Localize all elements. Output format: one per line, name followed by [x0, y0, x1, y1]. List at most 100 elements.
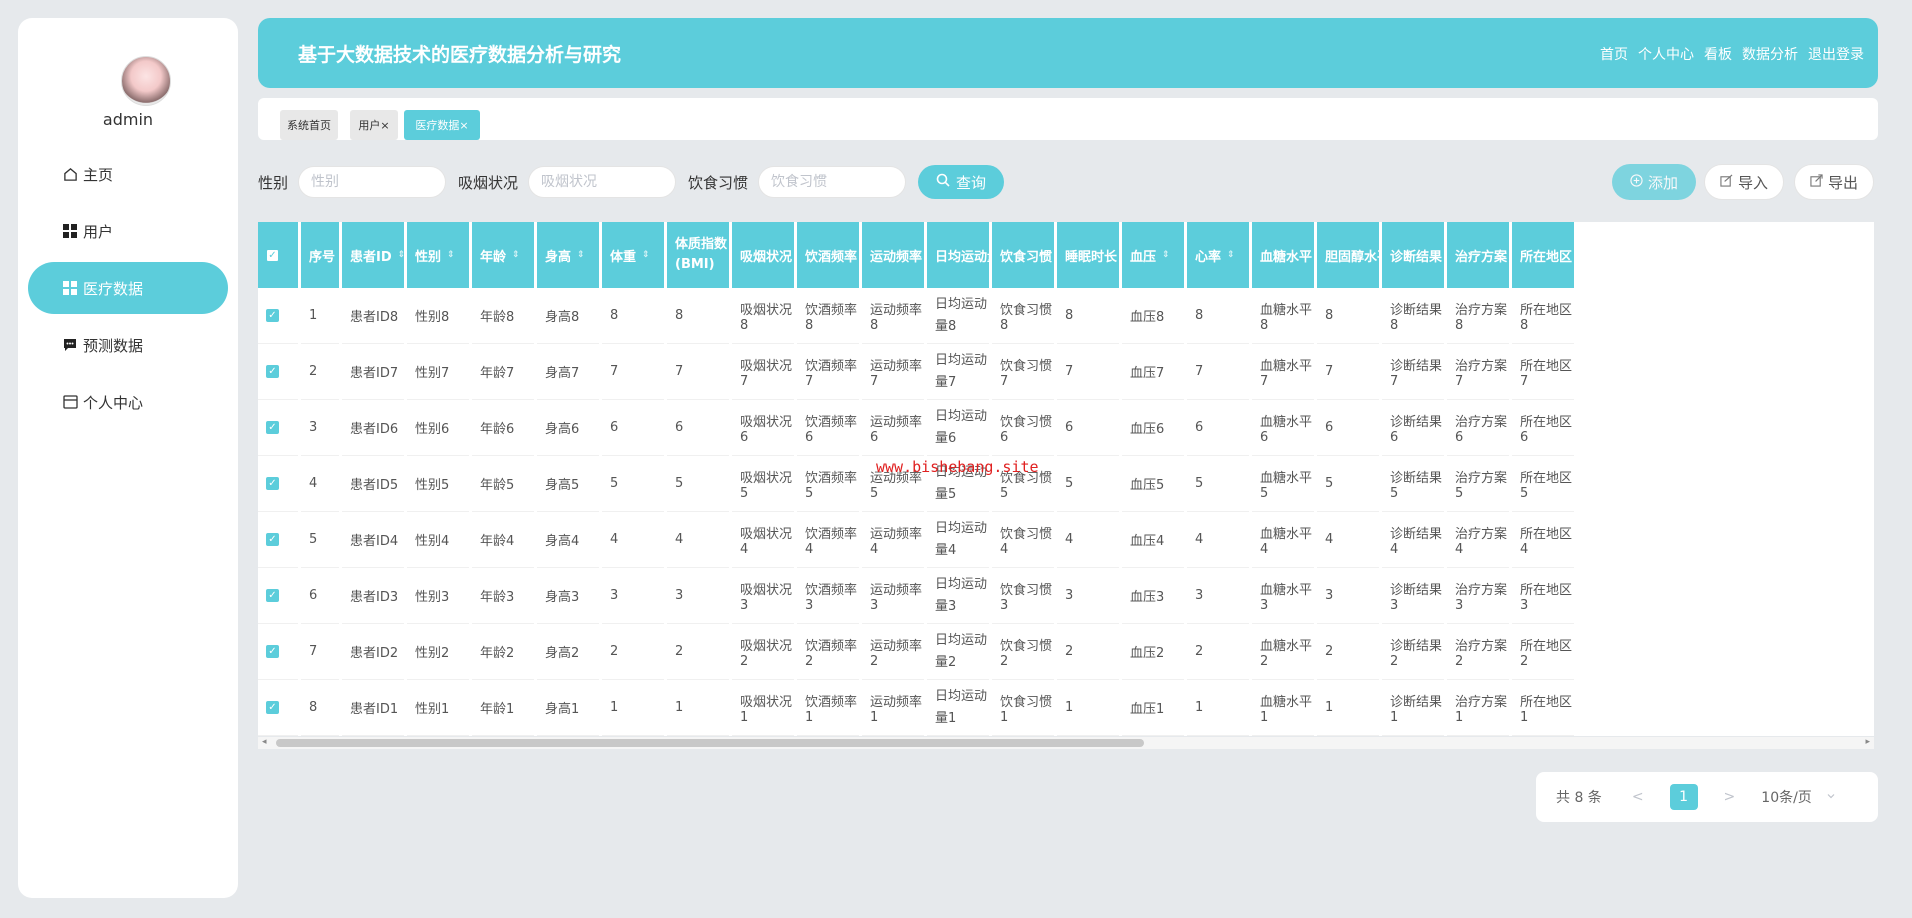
horizontal-scrollbar[interactable]: ◂ ▸ [258, 737, 1874, 749]
export-icon [1810, 173, 1823, 191]
table-cell: 6 [602, 400, 664, 456]
sort-icon[interactable]: ⇕ [447, 251, 455, 260]
column-header[interactable]: 年龄 ⇕ [472, 222, 534, 288]
page-1-button[interactable]: 1 [1669, 784, 1698, 810]
row-checkbox[interactable]: ✓ [266, 365, 279, 378]
add-button[interactable]: 添加 [1612, 164, 1696, 200]
table-cell: 身高2 [537, 624, 599, 680]
sort-icon[interactable]: ⇕ [512, 251, 520, 260]
row-checkbox[interactable]: ✓ [266, 701, 279, 714]
table-cell: 2 [1317, 624, 1379, 680]
row-checkbox[interactable]: ✓ [266, 589, 279, 602]
table-cell: 身高3 [537, 568, 599, 624]
nav-data-analysis[interactable]: 数据分析 [1742, 44, 1798, 64]
table-cell: 年龄2 [472, 624, 534, 680]
tab-close-icon[interactable]: × [459, 119, 468, 132]
page-size-select[interactable]: 10条/页 [1761, 787, 1836, 807]
nav-home[interactable]: 首页 [1600, 44, 1628, 64]
table-row[interactable]: ✓ 1 患者ID8 性别8 年龄8 身高8 8 8 吸烟状况8 饮酒频率8 运动频率8 日均运动量8 饮… [258, 288, 1874, 344]
table-row[interactable]: ✓ 6 患者ID3 性别3 年龄3 身高3 3 3 吸烟状况3 饮酒频率3 运动频率3 日均运动量3 饮… [258, 568, 1874, 624]
row-checkbox[interactable]: ✓ [266, 533, 279, 546]
sort-icon[interactable]: ⇕ [642, 251, 650, 260]
column-header[interactable]: 胆固醇水平 [1317, 222, 1379, 288]
sidebar-item-users[interactable]: 用户 [28, 205, 228, 257]
table-cell: 7 [1057, 344, 1119, 400]
sort-icon[interactable]: ⇕ [1227, 251, 1235, 260]
table-row[interactable]: ✓ 7 患者ID2 性别2 年龄2 身高2 2 2 吸烟状况2 饮酒频率2 运动频率2 日均运动量2 饮… [258, 624, 1874, 680]
table-row[interactable]: ✓ 8 患者ID1 性别1 年龄1 身高1 1 1 吸烟状况1 饮酒频率1 运动频率1 日均运动量1 饮… [258, 680, 1874, 736]
column-header[interactable]: 血压 ⇕ [1122, 222, 1184, 288]
table-cell: 运动频率6 [862, 400, 924, 456]
table-cell: 2 [667, 624, 729, 680]
row-checkbox[interactable]: ✓ [266, 645, 279, 658]
row-checkbox[interactable]: ✓ [266, 309, 279, 322]
table-row[interactable]: ✓ 2 患者ID7 性别7 年龄7 身高7 7 7 吸烟状况7 饮酒频率7 运动频率7 日均运动量7 饮… [258, 344, 1874, 400]
query-button[interactable]: 查询 [918, 165, 1004, 199]
table-cell: 年龄4 [472, 512, 534, 568]
avatar[interactable] [121, 56, 171, 106]
table-cell: 身高7 [537, 344, 599, 400]
table-row[interactable]: ✓ 3 患者ID6 性别6 年龄6 身高6 6 6 吸烟状况6 饮酒频率6 运动频率6 日均运动量6 饮… [258, 400, 1874, 456]
table-header: ✓ 序号 患者ID ⇕ 性别 ⇕ 年龄 ⇕ 身高 ⇕ 体重 ⇕ 体质指数(BMI) 吸烟状况 饮酒频率 运动频… [258, 222, 1577, 288]
column-header[interactable]: 性别 ⇕ [407, 222, 469, 288]
smoking-input[interactable] [528, 166, 677, 198]
tab-user[interactable]: 用户 × [350, 110, 398, 140]
table-row[interactable]: ✓ 5 患者ID4 性别4 年龄4 身高4 4 4 吸烟状况4 饮酒频率4 运动频率4 日均运动量4 饮… [258, 512, 1874, 568]
column-header[interactable]: 所在地区 [1512, 222, 1574, 288]
tab-close-icon[interactable]: × [380, 119, 389, 132]
tab-medical-data[interactable]: 医疗数据 × [404, 110, 480, 140]
column-header[interactable]: 体质指数(BMI) [667, 222, 729, 288]
select-all-checkbox[interactable]: ✓ [266, 248, 279, 262]
column-header[interactable]: 饮食习惯 [992, 222, 1054, 288]
sort-icon[interactable]: ⇕ [577, 251, 585, 260]
table-cell: 治疗方案6 [1447, 400, 1509, 456]
sidebar-item-prediction-data[interactable]: 预测数据 [28, 319, 228, 371]
row-checkbox[interactable]: ✓ [266, 477, 279, 490]
column-header[interactable]: 身高 ⇕ [537, 222, 599, 288]
import-button[interactable]: 导入 [1704, 164, 1784, 200]
column-header[interactable]: 治疗方案 [1447, 222, 1509, 288]
row-checkbox-cell: ✓ [258, 512, 298, 568]
nav-personal-center[interactable]: 个人中心 [1638, 44, 1694, 64]
column-header[interactable]: 睡眠时长 [1057, 222, 1119, 288]
column-header[interactable]: 血糖水平 [1252, 222, 1314, 288]
smoking-filter: 吸烟状况 [458, 166, 677, 198]
gender-input[interactable] [298, 166, 447, 198]
sidebar-item-home[interactable]: 主页 [28, 148, 228, 200]
next-page-button[interactable]: > [1724, 789, 1736, 805]
table-cell: 诊断结果4 [1382, 512, 1444, 568]
column-header[interactable]: 运动频率 [862, 222, 924, 288]
column-header[interactable]: 饮酒频率 [797, 222, 859, 288]
column-header[interactable]: 患者ID ⇕ [342, 222, 404, 288]
column-header[interactable]: 心率 ⇕ [1187, 222, 1249, 288]
diet-input[interactable] [758, 166, 907, 198]
table-cell: 年龄8 [472, 288, 534, 344]
table-row[interactable]: ✓ 4 患者ID5 性别5 年龄5 身高5 5 5 吸烟状况5 饮酒频率5 运动频率5 日均运动量5 饮… [258, 456, 1874, 512]
prev-page-button[interactable]: < [1632, 789, 1644, 805]
scroll-thumb[interactable] [276, 739, 1144, 747]
sidebar-item-medical-data[interactable]: 医疗数据 [28, 262, 228, 314]
sort-icon[interactable]: ⇕ [1162, 251, 1170, 260]
table-cell: 治疗方案7 [1447, 344, 1509, 400]
sidebar-item-personal-center[interactable]: 个人中心 [28, 376, 228, 428]
nav-dashboard[interactable]: 看板 [1704, 44, 1732, 64]
sort-icon[interactable]: ⇕ [398, 251, 404, 260]
column-header[interactable]: 吸烟状况 [732, 222, 794, 288]
scroll-right-icon[interactable]: ▸ [1865, 737, 1870, 747]
row-checkbox[interactable]: ✓ [266, 421, 279, 434]
table-cell: 2 [301, 344, 339, 400]
table-cell: 运动频率2 [862, 624, 924, 680]
scroll-left-icon[interactable]: ◂ [262, 737, 267, 747]
table-cell: 患者ID6 [342, 400, 404, 456]
table-cell: 8 [602, 288, 664, 344]
tab-system-home[interactable]: 系统首页 [280, 110, 338, 140]
table-cell: 运动频率1 [862, 680, 924, 736]
nav-logout[interactable]: 退出登录 [1808, 44, 1864, 64]
column-header[interactable]: 诊断结果 [1382, 222, 1444, 288]
row-checkbox-cell: ✓ [258, 288, 298, 344]
column-header[interactable]: 序号 [301, 222, 339, 288]
column-header[interactable]: 日均运动量 [927, 222, 989, 288]
column-header[interactable]: 体重 ⇕ [602, 222, 664, 288]
export-button[interactable]: 导出 [1794, 164, 1874, 200]
table-cell: 诊断结果8 [1382, 288, 1444, 344]
